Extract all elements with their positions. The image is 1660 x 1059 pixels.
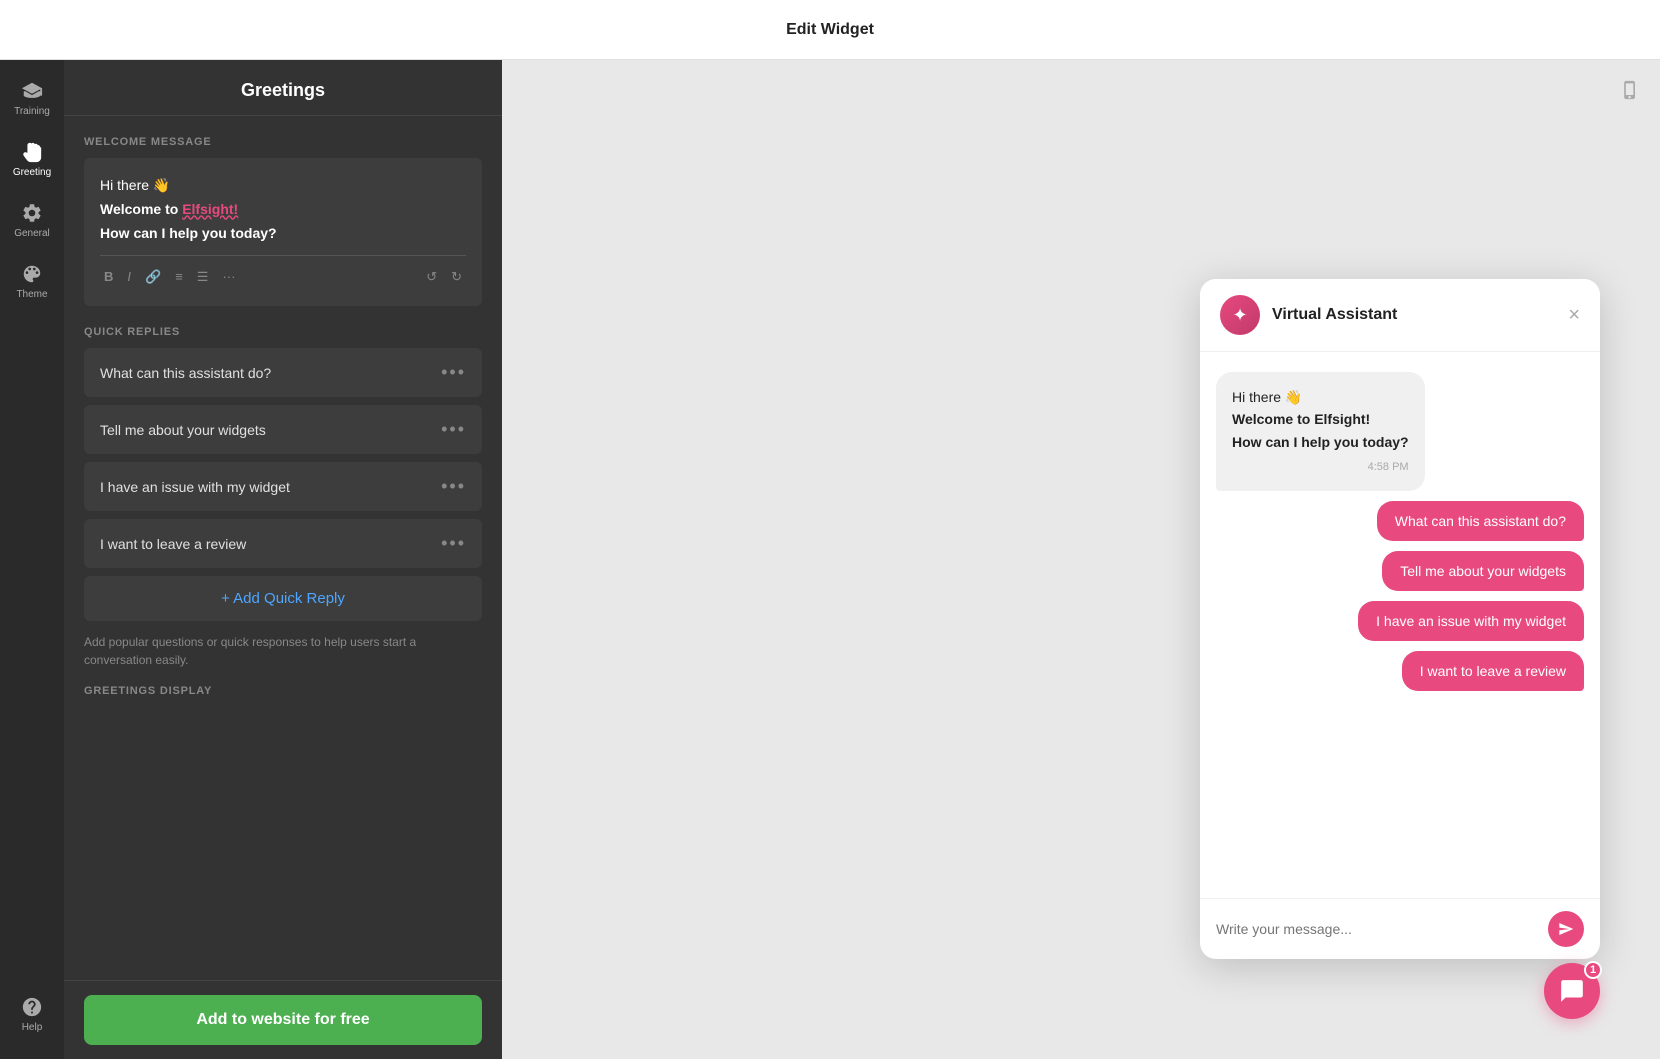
sidebar-label-greeting: Greeting [13,167,51,178]
quick-reply-item[interactable]: I have an issue with my widget ••• [84,462,482,511]
panel-bottom: Add to website for free [64,980,502,1059]
quick-reply-menu-btn[interactable]: ••• [441,362,466,383]
chat-close-button[interactable]: × [1568,304,1580,327]
gear-icon [21,202,43,224]
quick-replies-section: QUICK REPLIES What can this assistant do… [84,326,482,669]
welcome-message-box[interactable]: Hi there 👋 Welcome to Elfsight! How can … [84,158,482,306]
toolbar-redo[interactable]: ↻ [447,264,466,290]
toolbar-undo[interactable]: ↺ [422,264,441,290]
quick-reply-text: Tell me about your widgets [100,422,266,438]
quick-reply-item[interactable]: Tell me about your widgets ••• [84,405,482,454]
quick-reply-text: I have an issue with my widget [100,479,290,495]
sidebar-item-greeting[interactable]: Greeting [4,131,60,188]
toolbar-bold[interactable]: B [100,264,117,290]
chat-send-button[interactable] [1548,911,1584,947]
mobile-view-icon[interactable] [1620,80,1640,106]
graduation-icon [21,80,43,102]
chat-avatar: ✦ [1220,295,1260,335]
welcome-toolbar: B I 🔗 ≡ ☰ ··· ↺ ↻ [100,255,466,290]
panel-title: Greetings [64,60,502,116]
quick-reply-text: What can this assistant do? [100,365,271,381]
palette-icon [21,263,43,285]
chat-input-area [1200,898,1600,959]
toolbar-link[interactable]: 🔗 [141,264,165,290]
bubble-line3: How can I help you today? [1232,431,1409,453]
sidebar-label-help: Help [22,1022,43,1033]
welcome-line1: Hi there 👋 [100,174,466,198]
quick-reply-menu-btn[interactable]: ••• [441,419,466,440]
toolbar-italic[interactable]: I [123,264,135,290]
bubble-line2: Welcome to Elfsight! [1232,408,1409,430]
chat-float-badge: 1 [1584,961,1602,979]
bubble-line1: Hi there 👋 [1232,386,1409,408]
sidebar-item-training[interactable]: Training [4,70,60,127]
quick-reply-item[interactable]: I want to leave a review ••• [84,519,482,568]
welcome-bubble: Hi there 👋 Welcome to Elfsight! How can … [1216,372,1425,491]
sidebar-item-help[interactable]: Help [4,986,60,1043]
chat-header-left: ✦ Virtual Assistant [1220,295,1397,335]
sidebar-label-training: Training [14,106,50,117]
hand-icon [21,141,43,163]
chat-bubble-icon [1559,978,1585,1004]
quick-reply-bubble-4[interactable]: I want to leave a review [1402,651,1584,691]
page-title: Edit Widget [786,21,874,39]
chat-widget: ✦ Virtual Assistant × Hi there 👋 Welcome… [1200,279,1600,959]
quick-reply-menu-btn[interactable]: ••• [441,476,466,497]
message-time: 4:58 PM [1232,459,1409,477]
toolbar-list-unordered[interactable]: ☰ [193,264,213,290]
quick-reply-bubble-1[interactable]: What can this assistant do? [1377,501,1584,541]
panel-content: WELCOME MESSAGE Hi there 👋 Welcome to El… [64,116,502,1059]
welcome-message-label: WELCOME MESSAGE [84,136,482,148]
toolbar-list-ordered[interactable]: ≡ [171,264,187,290]
quick-reply-bubble-2[interactable]: Tell me about your widgets [1382,551,1584,591]
main-area: Training Greeting General Theme [0,60,1660,1059]
sidebar-label-general: General [14,228,50,239]
quick-reply-bubble-3[interactable]: I have an issue with my widget [1358,601,1584,641]
icon-sidebar: Training Greeting General Theme [0,60,64,1059]
top-bar: Edit Widget [0,0,1660,60]
send-icon [1558,921,1574,937]
quick-reply-hint: Add popular questions or quick responses… [84,633,482,669]
quick-replies-label: QUICK REPLIES [84,326,482,338]
greetings-display-label: GREETINGS DISPLAY [84,685,482,697]
quick-reply-text: I want to leave a review [100,536,246,552]
welcome-line2: Welcome to Elfsight! [100,198,466,222]
chat-messages: Hi there 👋 Welcome to Elfsight! How can … [1200,352,1600,898]
chat-message-input[interactable] [1216,921,1538,937]
toolbar-more[interactable]: ··· [218,264,239,290]
welcome-line3: How can I help you today? [100,222,466,246]
sidebar-help-area: Help [4,986,60,1059]
sidebar-item-general[interactable]: General [4,192,60,249]
sidebar-item-theme[interactable]: Theme [4,253,60,310]
quick-reply-item[interactable]: What can this assistant do? ••• [84,348,482,397]
greetings-display-section: GREETINGS DISPLAY [84,685,482,697]
add-quick-reply-button[interactable]: + Add Quick Reply [84,576,482,621]
chat-header: ✦ Virtual Assistant × [1200,279,1600,352]
help-icon [21,996,43,1018]
panel-sidebar: Greetings WELCOME MESSAGE Hi there 👋 Wel… [64,60,502,1059]
add-to-website-button[interactable]: Add to website for free [84,995,482,1045]
quick-reply-menu-btn[interactable]: ••• [441,533,466,554]
sidebar-label-theme: Theme [16,289,47,300]
chat-title: Virtual Assistant [1272,306,1397,324]
preview-area: ✦ Virtual Assistant × Hi there 👋 Welcome… [502,60,1660,1059]
chat-float-button[interactable]: 1 [1544,963,1600,1019]
